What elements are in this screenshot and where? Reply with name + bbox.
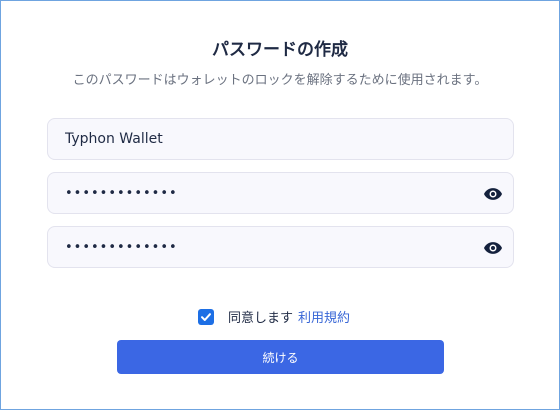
confirm-password-field	[47, 226, 514, 268]
wallet-name-field	[47, 118, 514, 160]
eye-icon[interactable]	[482, 184, 504, 204]
agree-label: 同意します	[227, 311, 293, 326]
agree-checkbox[interactable]	[197, 308, 214, 325]
confirm-password-input[interactable]	[48, 227, 513, 267]
password-field	[47, 172, 514, 214]
page-title: パスワードの作成	[212, 40, 348, 60]
terms-agreement: 同意します 利用規約	[1, 307, 559, 326]
wallet-name-input[interactable]	[48, 119, 513, 159]
password-input[interactable]	[48, 173, 513, 213]
eye-icon[interactable]	[482, 238, 504, 258]
page-subtitle: このパスワードはウォレットのロックを解除するために使用されます。	[72, 73, 488, 88]
check-icon	[200, 312, 211, 321]
terms-link[interactable]: 利用規約	[298, 307, 350, 326]
continue-button[interactable]: 続ける	[117, 340, 444, 374]
create-password-panel: パスワードの作成 このパスワードはウォレットのロックを解除するために使用されます…	[0, 0, 560, 410]
